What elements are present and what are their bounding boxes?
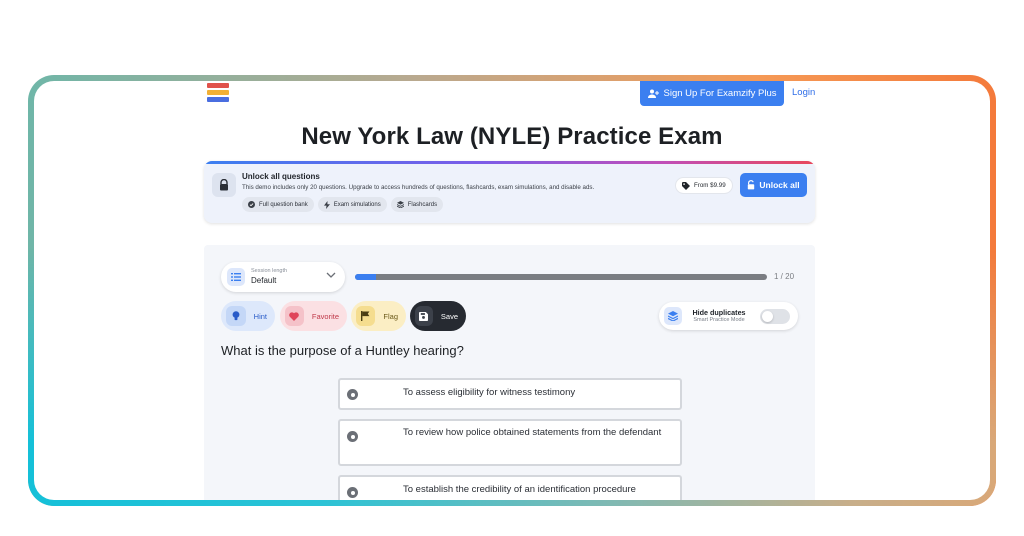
unlock-all-button[interactable]: Unlock all — [740, 173, 807, 197]
feature-chips: Full question bank Exam simulations Flas… — [242, 197, 444, 212]
radio-button[interactable] — [347, 487, 358, 498]
chevron-down-icon — [326, 272, 336, 278]
answer-option[interactable]: To assess eligibility for witness testim… — [338, 378, 682, 410]
logo-icon[interactable] — [207, 83, 229, 103]
question-text: What is the purpose of a Huntley hearing… — [221, 343, 464, 358]
hide-duplicates-toggle-card: Hide duplicates Smart Practice Mode — [659, 302, 798, 330]
heart-icon — [285, 306, 304, 326]
tag-icon — [682, 181, 690, 190]
progress-fill — [355, 274, 376, 280]
toggle-knob — [762, 311, 773, 322]
page-title: New York Law (NYLE) Practice Exam — [301, 123, 723, 150]
lightbulb-icon — [226, 306, 246, 326]
session-length-value: Default — [251, 276, 277, 285]
radio-button[interactable] — [347, 431, 358, 442]
answer-option[interactable]: To review how police obtained statements… — [338, 419, 682, 466]
favorite-button[interactable]: Favorite — [280, 301, 347, 331]
user-plus-icon — [647, 89, 659, 98]
app-viewport: Sign Up For Examzify Plus Login New York… — [34, 81, 990, 500]
answer-option-label: To assess eligibility for witness testim… — [403, 387, 576, 398]
session-length-label: Session length — [251, 268, 288, 274]
banner-gradient-bar — [204, 161, 815, 164]
hide-duplicates-subtitle: Smart Practice Mode — [693, 317, 745, 323]
save-icon — [415, 306, 433, 326]
flag-icon — [356, 306, 376, 326]
hide-duplicates-title: Hide duplicates — [692, 308, 746, 317]
layers-icon — [664, 307, 682, 325]
session-length-select[interactable]: Session length Default — [221, 262, 345, 292]
signup-button[interactable]: Sign Up For Examzify Plus — [640, 81, 784, 106]
upgrade-banner: Unlock all questions This demo includes … — [204, 161, 815, 223]
practice-panel: Session length Default 1 / 20 Hint Favor… — [204, 245, 815, 500]
answer-option-label: To establish the credibility of an ident… — [403, 484, 636, 495]
answer-option[interactable]: To establish the credibility of an ident… — [338, 475, 682, 500]
login-link[interactable]: Login — [792, 87, 815, 98]
banner-description: This demo includes only 20 questions. Up… — [242, 184, 595, 191]
check-circle-icon — [248, 201, 255, 208]
radio-button[interactable] — [347, 389, 358, 400]
list-icon — [227, 268, 245, 286]
lock-icon — [212, 173, 236, 197]
price-badge: From $9.99 — [676, 178, 732, 193]
progress-bar — [355, 274, 767, 280]
signup-label: Sign Up For Examzify Plus — [663, 88, 777, 99]
hide-duplicates-toggle[interactable] — [760, 309, 790, 324]
banner-title: Unlock all questions — [242, 172, 320, 181]
answer-option-label: To review how police obtained statements… — [403, 427, 662, 438]
save-button[interactable]: Save — [410, 301, 466, 331]
hint-button[interactable]: Hint — [221, 301, 275, 331]
unlock-icon — [748, 180, 755, 190]
feature-chip: Exam simulations — [317, 197, 387, 212]
layers-icon — [396, 201, 404, 208]
feature-chip: Full question bank — [242, 197, 314, 212]
feature-chip: Flashcards — [390, 197, 444, 212]
flag-button[interactable]: Flag — [351, 301, 406, 331]
lightning-icon — [323, 200, 330, 209]
progress-count: 1 / 20 — [774, 272, 795, 281]
